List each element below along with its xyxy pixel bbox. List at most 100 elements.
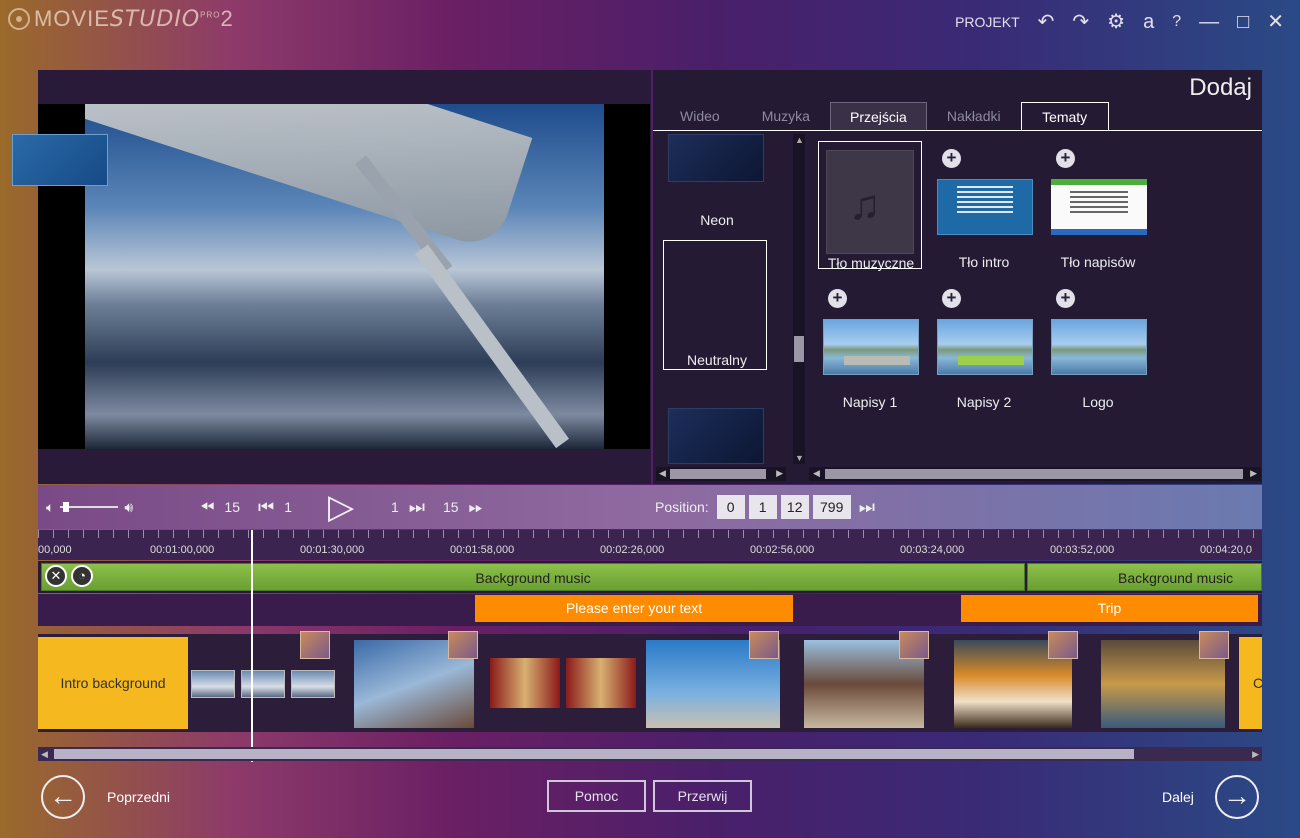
next-label[interactable]: Dalej [1162,789,1194,805]
tile-label: Napisy 1 [842,394,898,410]
logo-text: MOVIESTUDIOPRO2 [34,6,234,32]
play-button[interactable]: ▷ [328,485,354,529]
timeline-scrollbar[interactable]: ◀ ▶ [38,747,1262,761]
redo-icon[interactable]: ↷ [1072,12,1089,32]
skip-fwd-15-label: 15 [443,499,459,515]
tile-music-background[interactable]: + ♫ Tło muzyczne [818,141,922,271]
volume-control[interactable]: 🔈︎ 🔊︎ [46,485,133,529]
photo-clip[interactable] [490,658,560,708]
position-hours[interactable]: 0 [716,495,745,519]
music-track: Background music ✕ ◔ Background music [38,561,1262,593]
minimize-icon[interactable]: — [1199,12,1219,32]
theme-label-neon: Neon [700,212,734,228]
go-to-end-icon[interactable]: ⏭︎ [859,497,875,518]
tile-intro-background[interactable]: + Tło intro [932,141,1036,270]
transition-icon[interactable] [300,631,330,659]
music-clip[interactable]: Background music [41,563,1025,591]
tab-overlays[interactable]: Nakładki [927,102,1021,131]
tile-thumbnail [1051,319,1147,375]
theme-thumb-next[interactable] [668,408,764,464]
tab-underline [653,130,1262,131]
music-note-icon: ♫ [826,150,914,254]
tile-logo[interactable]: + Logo [1046,281,1150,410]
step-back-icon[interactable]: ⏮︎ [258,497,274,518]
remove-clip-icon[interactable]: ✕ [45,565,67,587]
video-clip-thumb[interactable] [291,670,335,698]
timeline-playhead[interactable] [251,530,253,762]
add-icon[interactable]: + [1056,149,1075,168]
add-tabs: Wideo Muzyka Przejścia Nakładki Tematy [655,102,1109,131]
app-logo: MOVIESTUDIOPRO2 [8,6,234,32]
add-panel-title: Dodaj [1189,74,1252,101]
theme-thumb-neon[interactable] [668,134,764,182]
previous-button[interactable]: ← [41,775,85,819]
tick-label: 00:01:30,000 [300,544,365,556]
outro-background-clip[interactable]: C [1239,637,1262,729]
transition-icon[interactable] [448,631,478,659]
step-back-label: 1 [284,499,292,515]
text-clip[interactable]: Trip [961,595,1258,622]
tab-themes[interactable]: Tematy [1020,102,1109,131]
video-clip-thumb[interactable] [191,670,235,698]
tab-video[interactable]: Wideo [655,102,745,131]
gear-icon[interactable]: ⚙ [1107,12,1125,32]
tile-label: Logo [1082,394,1114,410]
cancel-button[interactable]: Przerwij [653,780,752,812]
add-icon[interactable]: + [1056,289,1075,308]
photo-clip[interactable] [566,658,636,708]
tile-label: Tło intro [958,254,1010,270]
clock-icon[interactable]: ◔ [71,565,93,587]
volume-slider[interactable] [60,502,119,512]
tab-music[interactable]: Muzyka [745,102,830,131]
tile-captions-2[interactable]: + Napisy 2 [932,281,1036,410]
next-button[interactable]: → [1215,775,1259,819]
theme-list-hscrollbar[interactable]: ◀ ▶ [656,467,786,481]
play-icon[interactable]: ▷ [328,490,354,524]
timeline-ruler[interactable]: 00,000 00:01:00,000 00:01:30,000 00:01:5… [38,530,1262,560]
tile-thumbnail [1051,179,1147,235]
text-clip[interactable]: Please enter your text [475,595,793,622]
tab-transitions[interactable]: Przejścia [829,102,927,131]
help-icon[interactable]: ? [1172,12,1181,32]
text-track: Please enter your text Trip [38,594,1262,626]
transition-icon[interactable] [749,631,779,659]
video-clip-thumb[interactable] [241,670,285,698]
position-seconds[interactable]: 12 [780,495,809,519]
tile-captions-1[interactable]: + Napisy 1 [818,281,922,410]
tick-label: 00:01:00,000 [150,544,215,556]
close-icon[interactable]: ✕ [1267,12,1284,32]
volume-max-icon: 🔊︎ [124,498,134,515]
position-millis[interactable]: 799 [812,495,851,519]
maximize-icon[interactable]: □ [1237,12,1249,32]
skip-forward-15-icon[interactable]: ⏩︎ [469,497,483,518]
tile-label: Tło muzyczne [827,255,915,271]
transition-icon[interactable] [1048,631,1078,659]
transition-icon[interactable] [899,631,929,659]
add-icon[interactable]: + [942,149,961,168]
help-button[interactable]: Pomoc [547,780,646,812]
music-clip[interactable]: Background music [1027,563,1262,591]
transition-icon[interactable] [1199,631,1229,659]
theme-list: Neon Neutralny [656,134,778,464]
theme-label-neutral: Neutralny [687,352,747,368]
tick-label: 00,000 [38,544,72,556]
tile-subtitle-background[interactable]: + Tło napisów [1046,141,1150,270]
player-controls: 🔈︎ 🔊︎ ⏪︎ 15 ⏮︎ 1 ▷ 1 ⏭︎ 15 ⏩︎ Position: … [38,485,1262,529]
skip-back-15-icon[interactable]: ⏪︎ [200,497,214,518]
theme-item-neutral[interactable] [663,240,767,370]
add-icon[interactable]: + [828,289,847,308]
theme-list-scrollbar[interactable]: ▲ ▼ [793,134,805,464]
tile-thumbnail [823,319,919,375]
title-bar-actions: PROJEKT ↶ ↷ ⚙ a ? — □ ✕ [955,12,1284,32]
project-menu[interactable]: PROJEKT [955,14,1020,30]
previous-label[interactable]: Poprzedni [107,789,170,805]
add-icon[interactable]: + [942,289,961,308]
undo-icon[interactable]: ↶ [1038,12,1055,32]
position-minutes[interactable]: 1 [748,495,777,519]
amazon-icon[interactable]: a [1143,12,1154,32]
tiles-hscrollbar[interactable]: ◀ ▶ [809,467,1261,481]
tile-label: Tło napisów [1060,254,1136,270]
step-forward-icon[interactable]: ⏭︎ [409,497,425,518]
intro-background-clip[interactable]: Intro background [38,637,188,729]
volume-knob[interactable] [63,502,69,512]
